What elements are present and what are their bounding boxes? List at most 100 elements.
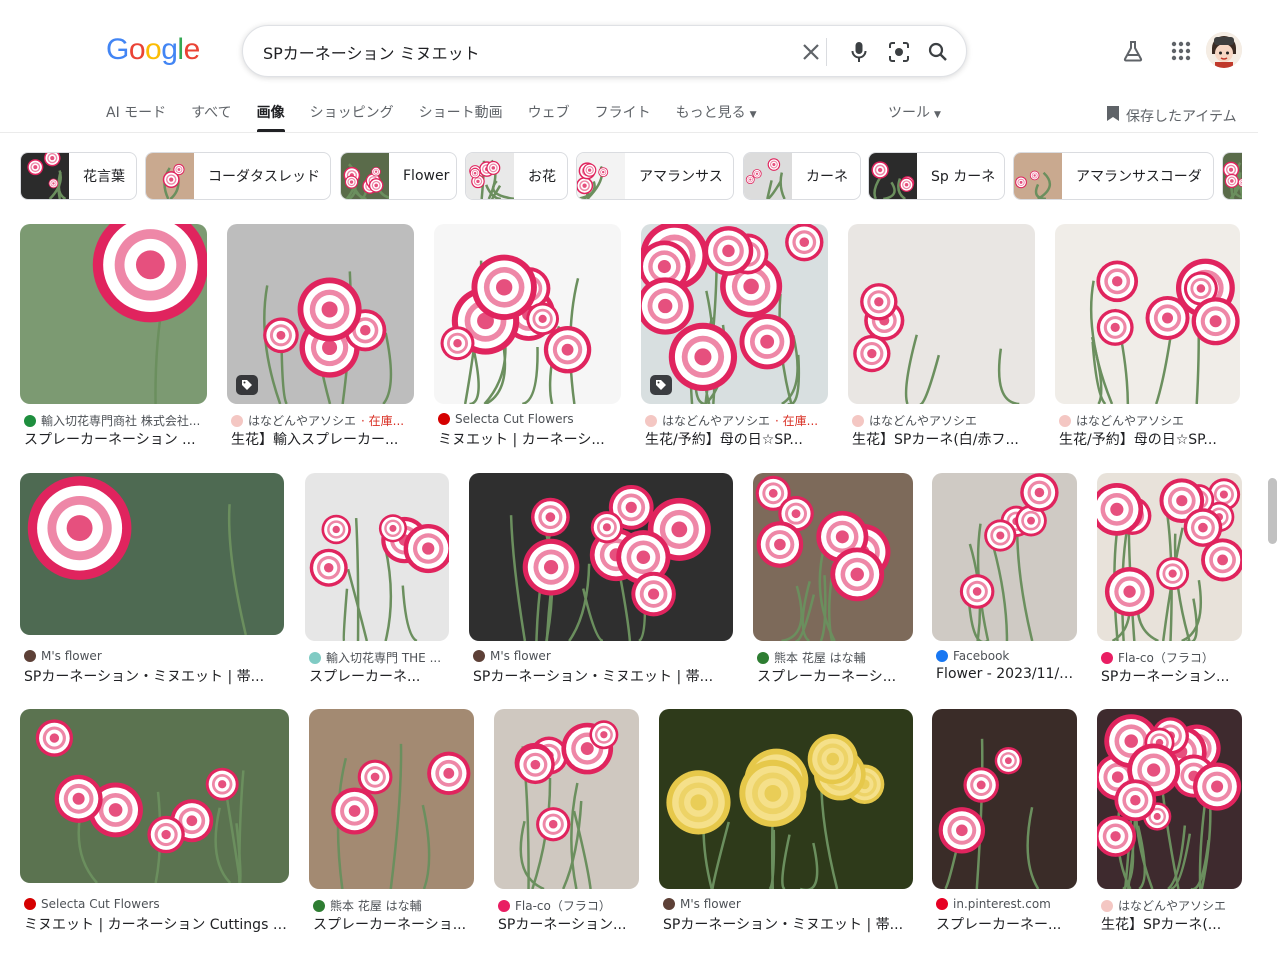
apps-grid-icon[interactable] (1168, 38, 1194, 64)
mic-icon[interactable] (847, 40, 871, 64)
result-title[interactable]: スプレーカーネー... (936, 914, 1077, 934)
result-thumbnail[interactable] (227, 224, 414, 404)
tab-shopping[interactable]: ショッピング (310, 102, 394, 132)
result-source[interactable]: はなどんやアソシエ (1101, 897, 1242, 914)
image-result[interactable]: 輸入切花専門商社 株式会社... スプレーカーネーション ... (20, 224, 207, 460)
result-title[interactable]: SPカーネーション・ミヌエット | 帯... (473, 666, 733, 686)
result-source[interactable]: 熊本 花屋 はな輔 (313, 897, 474, 914)
result-thumbnail[interactable] (659, 709, 913, 889)
image-result[interactable]: Selecta Cut Flowers ミヌエット | カーネーション Cutti… (20, 709, 289, 939)
result-source[interactable]: Facebook (936, 649, 1077, 663)
result-thumbnail[interactable] (20, 473, 284, 635)
result-source[interactable]: Fla-co（フラコ） (1101, 649, 1242, 666)
result-source[interactable]: 輸入切花専門商社 株式会社... (24, 412, 207, 429)
tab-short-videos[interactable]: ショート動画 (419, 102, 503, 132)
related-chip[interactable] (1222, 152, 1242, 200)
result-title[interactable]: スプレーカーネーション ... (24, 429, 207, 449)
result-source[interactable]: はなどんやアソシエ (852, 412, 1035, 429)
result-title[interactable]: SPカーネーション... (498, 914, 639, 934)
image-result[interactable]: M's flower SPカーネーション・ミヌエット | 帯... (20, 473, 284, 691)
image-result[interactable]: はなどんやアソシエ · 在庫... 生花/予約】母の日☆SP... (641, 224, 828, 460)
result-thumbnail[interactable] (932, 709, 1077, 889)
result-source[interactable]: はなどんやアソシエ (1059, 412, 1240, 429)
result-thumbnail[interactable] (1097, 709, 1242, 889)
image-result[interactable]: in.pinterest.com スプレーカーネー... (932, 709, 1077, 945)
result-source[interactable]: Fla-co（フラコ） (498, 897, 639, 914)
image-result[interactable]: Fla-co（フラコ） SPカーネーション... (494, 709, 639, 945)
result-thumbnail[interactable] (641, 224, 828, 404)
result-thumbnail[interactable] (305, 473, 449, 641)
image-result[interactable]: 熊本 花屋 はな輔 スプレーカーネーショ... (309, 709, 474, 945)
image-result[interactable]: Fla-co（フラコ） SPカーネーション... (1097, 473, 1242, 697)
result-thumbnail[interactable] (434, 224, 621, 404)
result-thumbnail[interactable] (1055, 224, 1240, 404)
result-source[interactable]: M's flower (663, 897, 913, 911)
result-title[interactable]: ミヌエット | カーネーシ... (438, 429, 621, 449)
result-thumbnail[interactable] (1097, 473, 1242, 641)
search-icon[interactable] (926, 40, 950, 64)
related-chip[interactable]: Sp カーネ (868, 152, 1005, 200)
tab-ai-mode[interactable]: AI モード (106, 102, 166, 132)
result-title[interactable]: SPカーネーション... (1101, 666, 1242, 686)
image-result[interactable]: はなどんやアソシエ 生花】SPカーネ(白/赤フ... (848, 224, 1035, 460)
search-input[interactable]: SPカーネーション ミヌエット (263, 40, 480, 64)
image-result[interactable]: Selecta Cut Flowers ミヌエット | カーネーシ... (434, 224, 621, 460)
result-thumbnail[interactable] (469, 473, 733, 641)
search-box[interactable]: SPカーネーション ミヌエット (242, 25, 967, 77)
result-title[interactable]: 生花/予約】母の日☆SP... (645, 429, 828, 449)
related-chip[interactable]: お花 (465, 152, 568, 200)
result-title[interactable]: SPカーネーション・ミヌエット | 帯... (24, 666, 284, 686)
tab-more[interactable]: もっと見る ▼ (676, 102, 757, 132)
tools-button[interactable]: ツール ▼ (888, 102, 941, 122)
related-chip[interactable]: コーダタスレッド (145, 152, 331, 200)
image-result[interactable]: M's flower SPカーネーション・ミヌエット | 帯... (469, 473, 733, 697)
result-title[interactable]: スプレーカーネーシ... (757, 666, 913, 686)
result-thumbnail[interactable] (494, 709, 639, 889)
related-chip[interactable]: Flower (340, 152, 457, 200)
saved-items-link[interactable]: 保存したアイテム (1106, 105, 1237, 126)
result-thumbnail[interactable] (20, 224, 207, 404)
image-result[interactable]: Facebook Flower - 2023/11/0... (932, 473, 1077, 697)
lens-icon[interactable] (887, 40, 911, 64)
result-thumbnail[interactable] (848, 224, 1035, 404)
result-source[interactable]: M's flower (473, 649, 733, 663)
tab-all[interactable]: すべて (191, 102, 231, 132)
result-thumbnail[interactable] (753, 473, 913, 641)
image-result[interactable]: M's flower SPカーネーション・ミヌエット | 帯... (659, 709, 913, 945)
result-title[interactable]: 生花】輸入スプレーカー... (231, 429, 414, 449)
result-title[interactable]: Flower - 2023/11/0... (936, 666, 1077, 682)
result-title[interactable]: 生花】SPカーネ(... (1101, 914, 1242, 934)
image-result[interactable]: はなどんやアソシエ 生花/予約】母の日☆SP... (1055, 224, 1240, 460)
result-source[interactable]: Selecta Cut Flowers (24, 897, 289, 911)
result-thumbnail[interactable] (20, 709, 289, 883)
result-source[interactable]: はなどんやアソシエ · 在庫... (645, 412, 828, 429)
result-thumbnail[interactable] (932, 473, 1077, 641)
tab-web[interactable]: ウェブ (528, 102, 570, 132)
result-source[interactable]: 輸入切花専門 THE ... (309, 649, 449, 666)
tab-flights[interactable]: フライト (595, 102, 651, 132)
result-title[interactable]: スプレーカーネ... (309, 666, 449, 686)
result-source[interactable]: M's flower (24, 649, 284, 663)
result-title[interactable]: 生花/予約】母の日☆SP... (1059, 429, 1240, 449)
related-chip[interactable]: カーネ (743, 152, 861, 200)
tab-images[interactable]: 画像 (256, 102, 285, 132)
image-result[interactable]: 熊本 花屋 はな輔 スプレーカーネーシ... (753, 473, 913, 697)
result-title[interactable]: SPカーネーション・ミヌエット | 帯... (663, 914, 913, 934)
result-title[interactable]: スプレーカーネーショ... (313, 914, 474, 934)
related-chip[interactable]: 花言葉 (20, 152, 137, 200)
avatar[interactable] (1206, 32, 1242, 68)
image-result[interactable]: はなどんやアソシエ 生花】SPカーネ(... (1097, 709, 1242, 945)
result-title[interactable]: 生花】SPカーネ(白/赤フ... (852, 429, 1035, 449)
result-source[interactable]: Selecta Cut Flowers (438, 412, 621, 426)
google-logo[interactable]: Google (106, 33, 200, 67)
result-source[interactable]: 熊本 花屋 はな輔 (757, 649, 913, 666)
related-chip[interactable]: アマランサスコーダ (1013, 152, 1214, 200)
result-thumbnail[interactable] (309, 709, 474, 889)
image-result[interactable]: はなどんやアソシエ · 在庫... 生花】輸入スプレーカー... (227, 224, 414, 460)
image-result[interactable]: 輸入切花専門 THE ... スプレーカーネ... (305, 473, 449, 697)
flask-icon[interactable] (1120, 38, 1146, 64)
result-source[interactable]: in.pinterest.com (936, 897, 1077, 911)
scrollbar-thumb[interactable] (1268, 478, 1277, 544)
result-source[interactable]: はなどんやアソシエ · 在庫... (231, 412, 414, 429)
close-icon[interactable] (799, 40, 823, 64)
